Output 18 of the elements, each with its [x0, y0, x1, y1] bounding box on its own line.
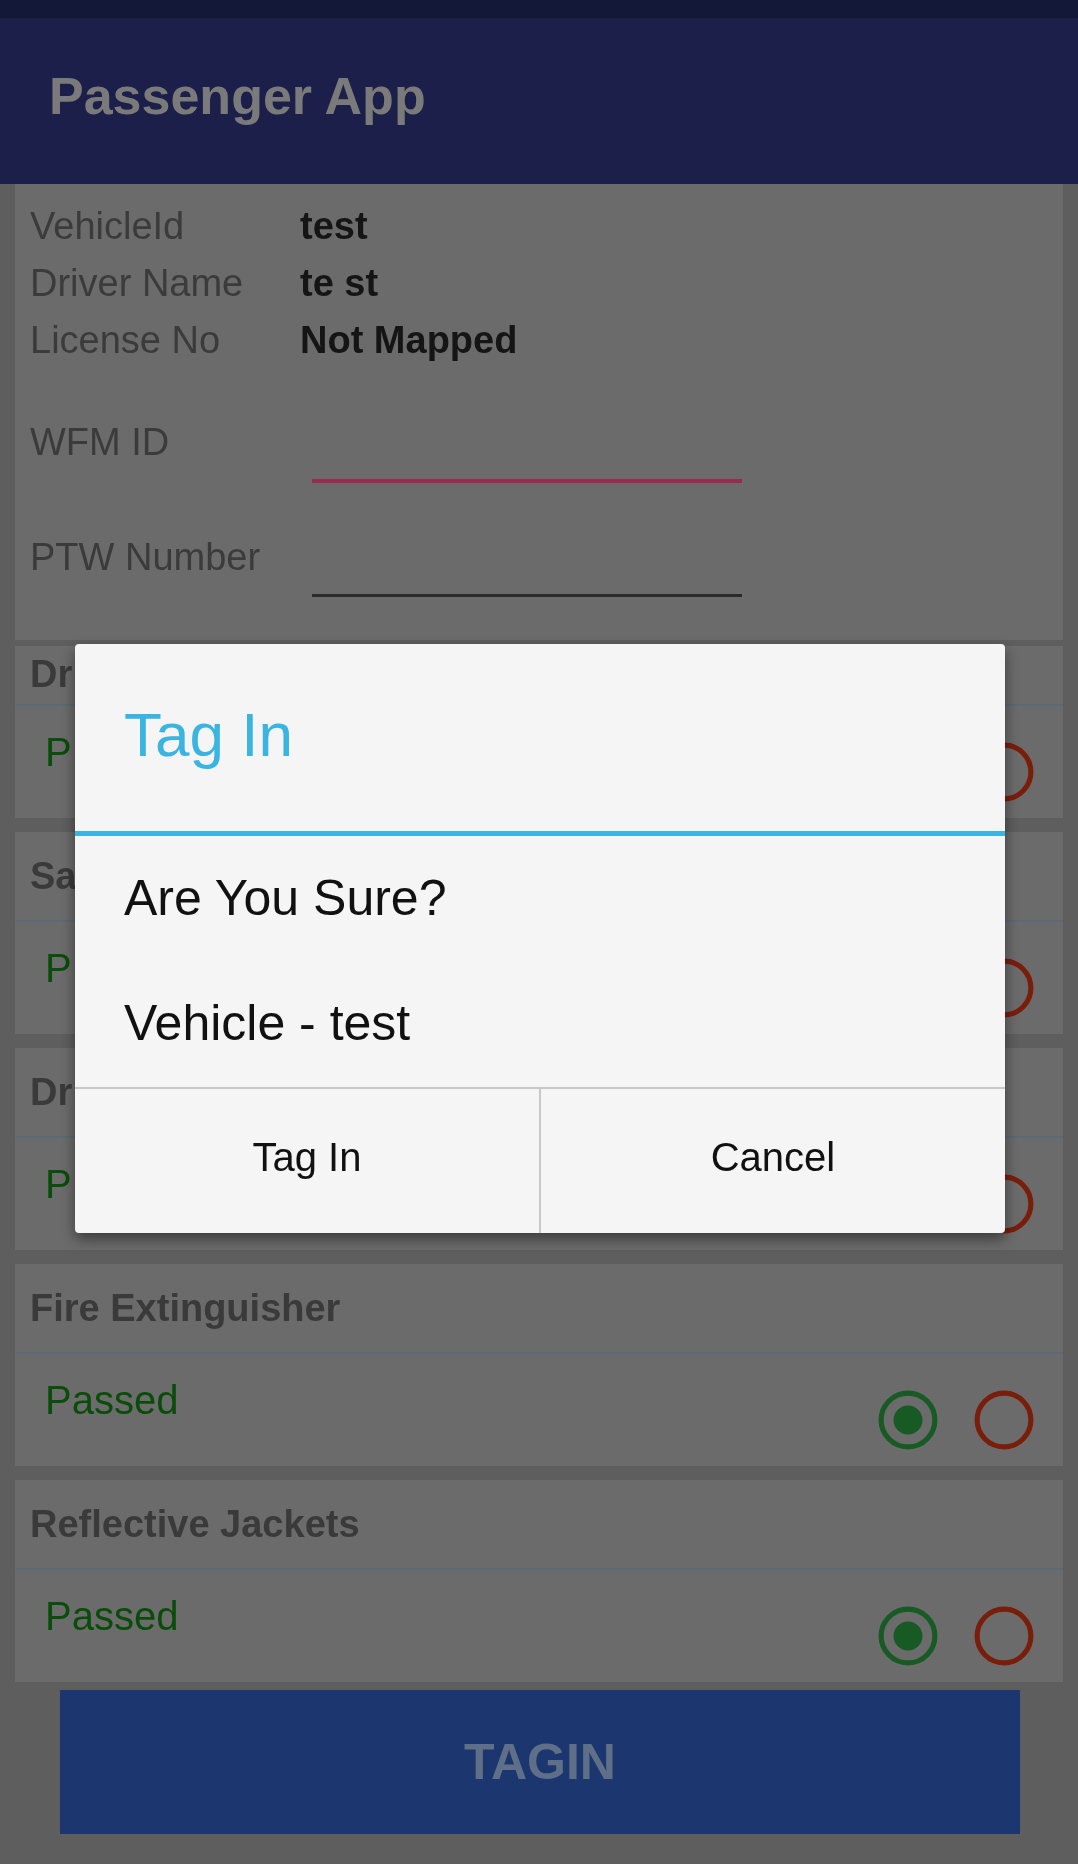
- detail-value: te st: [300, 262, 379, 305]
- dialog-message: Vehicle - test: [124, 994, 412, 1053]
- radio-button[interactable]: [877, 1389, 939, 1451]
- dialog-message: Are You Sure?: [124, 869, 448, 928]
- check-status: P: [45, 729, 72, 775]
- detail-value: test: [300, 205, 368, 248]
- check-status: Passed: [45, 1377, 179, 1423]
- app-title: Passenger App: [49, 66, 426, 127]
- radio-button[interactable]: [973, 1605, 1035, 1667]
- dialog-button[interactable]: Cancel: [539, 1089, 1005, 1233]
- dialog-title: Tag In: [124, 699, 293, 771]
- check-status: Passed: [45, 1593, 179, 1639]
- radio-button[interactable]: [973, 1389, 1035, 1451]
- check-status: P: [45, 945, 72, 991]
- dialog-button[interactable]: Tag In: [75, 1089, 539, 1233]
- detail-value: Not Mapped: [300, 319, 518, 362]
- check-status: P: [45, 1161, 72, 1207]
- radio-button[interactable]: [877, 1605, 939, 1667]
